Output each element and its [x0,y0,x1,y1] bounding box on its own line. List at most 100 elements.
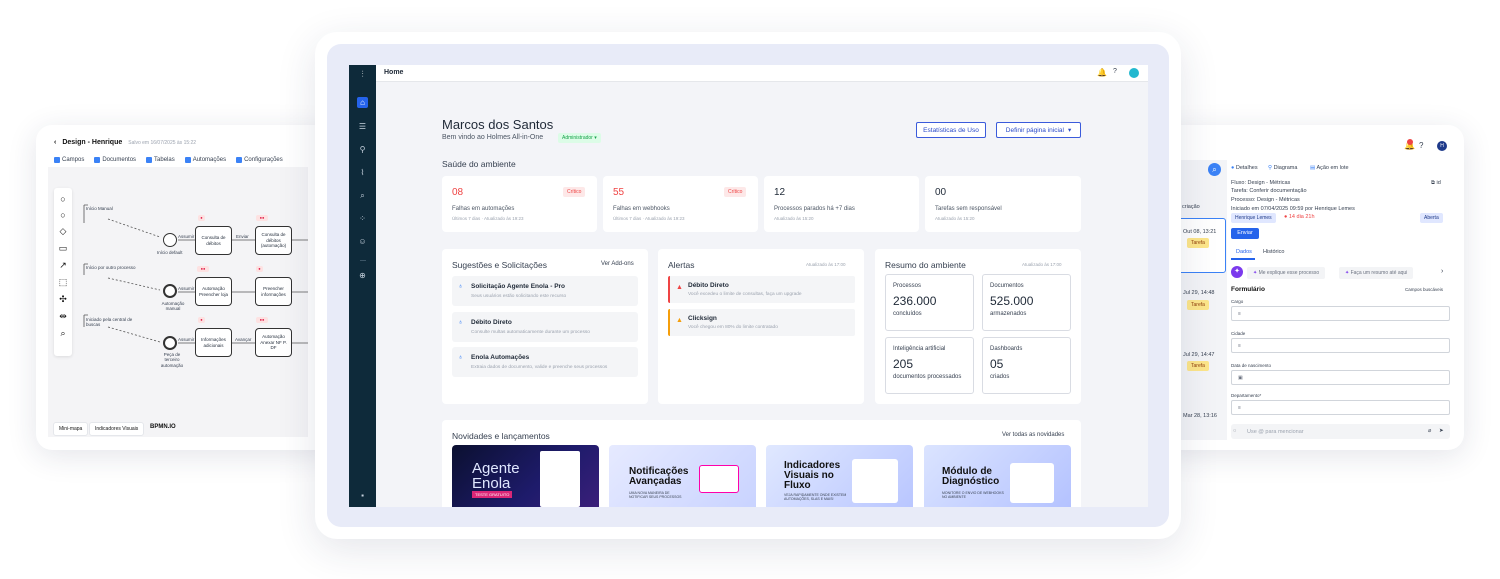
health-value: 12 [774,187,786,198]
send-icon[interactable]: ➤ [1439,428,1444,434]
alert-item[interactable]: ▲ Débito Direto Você excedeu o limite de… [668,276,855,303]
comment-input[interactable]: Use @ para mencionar [1247,429,1304,435]
summary-box[interactable]: Inteligência artificial 205 documentos pro… [885,337,974,394]
health-meta: Últimos 7 dias · Atualizado às 19:23 [613,216,685,221]
health-card[interactable]: 55 Crítico Falhas em webhooks Últimos 7 … [603,176,758,232]
critical-badge: Crítico [724,187,747,197]
search-icon[interactable]: ⌕ [357,190,368,201]
set-homepage-button[interactable]: Definir página inicial ▾ [996,122,1081,138]
logo-icon[interactable]: ⫶ [357,69,368,80]
help-icon[interactable]: ? [1419,141,1423,150]
cargo-field[interactable]: ≡ [1231,306,1450,321]
task-node[interactable]: Consulta de débitos (automação) [255,226,292,255]
department-field[interactable]: ≡ [1231,400,1450,415]
automation-indicator-icon: ● [198,317,205,323]
start-event[interactable] [163,284,177,298]
tab-campos[interactable]: Campos [54,157,84,163]
late-indicator: ● 14 dia 21h [1284,214,1315,220]
health-card[interactable]: 00 Tarefas sem responsável Atualizado às… [925,176,1081,232]
tab-automacoes[interactable]: Automações [184,157,226,163]
chevron-right-icon[interactable]: › [1441,268,1443,275]
tab-configuracoes[interactable]: Configurações [236,157,283,163]
usage-stats-button[interactable]: Estatísticas de Uso [916,122,986,138]
tab-diagram[interactable]: ⚲ Diagrama [1268,165,1297,171]
prompt-chip[interactable]: ✦ Me explique esse processo [1247,267,1326,279]
apps-icon[interactable]: ⁘ [357,213,368,224]
flow-label: Assumir [178,337,195,342]
health-card[interactable]: 08 Crítico Falhas em automações Últimos … [442,176,597,232]
news-item-agente-enola[interactable]: Agente Enola TESTE GRATUITO [452,445,599,507]
tab-data[interactable]: Dados [1236,249,1252,255]
help-icon[interactable]: ? [1113,68,1117,75]
reports-icon[interactable]: ⌇ [357,167,368,178]
suggestion-item[interactable]: ♁ Débito Direto Consulte multas automati… [452,312,638,342]
caret-down-icon: ▾ [1067,127,1072,134]
minimap-button[interactable]: Mini-mapa [53,422,89,436]
tab-history[interactable]: Histórico [1263,249,1284,255]
alert-item[interactable]: ▲ Clicksign Você chegou em 80% do limite… [668,309,855,336]
suggestion-item[interactable]: ♁ Solicitação Agente Enola - Pro Seus us… [452,276,638,306]
sidebar-divider [360,260,366,261]
tab-documentos[interactable]: Documentos [94,157,136,163]
task-node[interactable]: Preencher informações [255,277,292,306]
back-arrow-icon[interactable]: ‹ [54,139,56,146]
cidade-field[interactable]: ≡ [1231,338,1450,353]
task-name: Tarefa: Conferir documentação [1231,188,1307,194]
role-badge[interactable]: Administrador ▾ [558,133,601,143]
prompt-chip[interactable]: ✦ Faça um resumo até aqui [1339,267,1414,279]
health-label: Tarefas sem responsável [935,206,1002,212]
task-node[interactable]: Consulta de débitos [195,226,232,255]
health-value: 55 [613,187,625,198]
avatar[interactable] [1129,68,1139,78]
settings-icon [236,157,243,163]
task-tag: Tarefa [1187,361,1209,371]
all-news-link[interactable]: Ver todas as novidades [1002,432,1064,438]
task-tag: Tarefa [1187,300,1209,310]
field-label: Cidade [1231,331,1246,336]
start-event[interactable] [163,336,177,350]
users-icon[interactable]: ☺ [357,236,368,247]
sort-label[interactable]: criação [1182,204,1200,210]
tasks-icon[interactable]: ☰ [357,121,368,132]
searchable-fields-link[interactable]: Campos buscáveis [1405,287,1443,292]
tab-batch-action[interactable]: ▤ Ação em lote [1310,165,1349,171]
field-label: Data de nascimento [1231,363,1272,368]
task-node[interactable]: Automação Anexar NF P. DF [255,328,292,357]
addons-link[interactable]: Ver Add-ons [601,261,634,267]
health-card[interactable]: 12 Processos parados há +7 dias Atualiza… [764,176,919,232]
bell-icon[interactable]: 🔔 [1097,68,1107,77]
summary-updated: Atualizado às 17:00 [1022,262,1062,267]
home-icon[interactable]: ⌂ [357,97,368,108]
tab-tabelas[interactable]: Tabelas [146,157,175,163]
send-button[interactable]: Enviar [1231,228,1259,239]
summary-box[interactable]: Documentos 525.000 armazenados [982,274,1071,331]
chat-icon[interactable]: ▪ [357,490,368,501]
ai-assistant-icon[interactable]: ✦ [1231,266,1243,278]
summary-box[interactable]: Dashboards 05 criados [982,337,1071,394]
assignee-chip[interactable]: Henrique Lemes [1231,213,1276,223]
health-meta: Atualizado às 15:20 [774,216,814,221]
task-node[interactable]: Informações adicionais [195,328,232,357]
event-label: Início default [157,250,183,255]
search-icon[interactable]: ⌕ [1208,163,1221,176]
event-label: Peça de terceiro automação [160,352,184,368]
diagram-icon: ⚲ [1268,165,1273,171]
birthdate-field[interactable]: ▣ [1231,370,1450,385]
visual-indicators-button[interactable]: Indicadores Visuais [89,422,145,436]
task-node[interactable]: Automação Preencher loja [195,277,232,306]
automation-indicator-icon: ●● [197,266,209,272]
news-item-indicadores[interactable]: Indicadores Visuais no Fluxo VEJA RAPIDA… [766,445,913,507]
news-item-diagnostico[interactable]: Módulo de Diagnóstico MONITORE O ENVIO D… [924,445,1071,507]
document-icon [94,157,101,163]
avatar[interactable]: H [1437,141,1447,151]
copy-id[interactable]: ⧉ id [1431,180,1441,187]
attach-icon[interactable]: ⌀ [1428,428,1431,434]
flows-icon[interactable]: ⚲ [357,144,368,155]
field-label: Departamento* [1231,393,1262,398]
tab-details[interactable]: ● Detalhes [1231,165,1258,171]
news-item-notificacoes[interactable]: Notificações Avançadas UMA NOVA MANEIRA … [609,445,756,507]
add-icon[interactable]: ⊕ [357,270,368,281]
suggestion-item[interactable]: ♁ Enola Automações Extraia dados de docu… [452,347,638,377]
summary-box[interactable]: Processos 236.000 concluídos [885,274,974,331]
start-event[interactable] [163,233,177,247]
